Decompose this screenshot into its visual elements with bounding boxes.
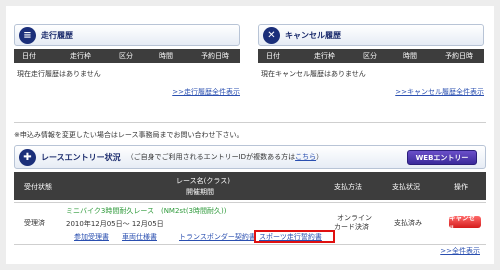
column-payment-method: 支払方法 <box>334 183 362 191</box>
race-name-link[interactable]: ミニバイク3時間耐久レース (NM2st(3時間耐久)) <box>66 206 226 216</box>
change-notice: ※申込み情報を変更したい場合はレース事務局までお問い合わせ下さい。 <box>14 131 244 139</box>
divider <box>14 122 486 123</box>
cancel-history-panel: ✕ キャンセル履歴 日付 走行枠 区分 時間 予約日時 現在キャンセル履歴はあり… <box>258 24 484 97</box>
column-period: 開催期間 <box>186 188 214 196</box>
column-time: 時間 <box>159 52 173 60</box>
cancel-history-columns: 日付 走行枠 区分 時間 予約日時 <box>258 49 484 63</box>
entry-status-note: （ご自身でご利用されるエントリーIDが複数ある方はこちら） <box>127 152 323 162</box>
column-slot: 走行枠 <box>314 52 335 60</box>
cancel-history-all-link[interactable]: >>キャンセル履歴全件表示 <box>258 87 484 97</box>
run-history-columns: 日付 走行枠 区分 時間 予約日時 <box>14 49 240 63</box>
row-divider <box>14 202 486 203</box>
column-reserved-at: 予約日時 <box>201 52 229 60</box>
history-list-icon: ≡ <box>19 26 36 44</box>
entry-status-icon: ✚ <box>19 148 36 166</box>
entry-all-link[interactable]: >>全件表示 <box>440 246 480 256</box>
cancel-history-empty-message: 現在キャンセル履歴はありません <box>261 70 366 78</box>
cancel-x-icon: ✕ <box>263 26 280 44</box>
column-category: 区分 <box>363 52 377 60</box>
page: ≡ 走行履歴 日付 走行枠 区分 時間 予約日時 現在走行履歴はありません >>… <box>6 6 494 264</box>
web-entry-button[interactable]: WEBエントリー <box>407 150 477 165</box>
entry-status-title: レースエントリー状況 <box>41 152 121 162</box>
run-history-panel: ≡ 走行履歴 日付 走行枠 区分 時間 予約日時 現在走行履歴はありません >>… <box>14 24 240 97</box>
column-category: 区分 <box>119 52 133 60</box>
entry-columns: 受付状態 レース名(クラス) 開催期間 支払方法 支払状況 操作 <box>14 172 486 200</box>
column-race-name: レース名(クラス) <box>176 177 230 185</box>
note-suffix: ） <box>316 153 324 161</box>
row-divider <box>14 244 486 245</box>
column-payment-status: 支払状況 <box>392 183 420 191</box>
cancel-history-header: ✕ キャンセル履歴 <box>258 24 484 46</box>
cancel-history-title: キャンセル履歴 <box>285 30 341 40</box>
note-link[interactable]: こちら <box>295 153 316 161</box>
column-action: 操作 <box>454 183 468 191</box>
column-reserved-at: 予約日時 <box>445 52 473 60</box>
note-prefix: （ご自身でご利用されるエントリーIDが複数ある方は <box>126 153 296 161</box>
entry-status-header: ✚ レースエントリー状況 （ご自身でご利用されるエントリーIDが複数ある方はこち… <box>14 145 486 169</box>
column-date: 日付 <box>266 52 280 60</box>
payment-status: 支払済み <box>394 219 422 227</box>
run-history-all-link[interactable]: >>走行履歴全件表示 <box>14 87 240 97</box>
highlight-box <box>254 230 335 243</box>
column-status: 受付状態 <box>24 183 52 191</box>
payment-method-line2: カード決済 <box>334 223 369 231</box>
column-time: 時間 <box>403 52 417 60</box>
column-date: 日付 <box>22 52 36 60</box>
run-history-empty-message: 現在走行履歴はありません <box>17 70 101 78</box>
entry-period: 2010年12月05日～ 12月05日 <box>66 220 164 228</box>
run-history-title: 走行履歴 <box>41 30 73 40</box>
column-slot: 走行枠 <box>70 52 91 60</box>
run-history-header: ≡ 走行履歴 <box>14 24 240 46</box>
table-row: 受理済 ミニバイク3時間耐久レース (NM2st(3時間耐久)) 2010年12… <box>14 204 486 244</box>
link-vehicle-spec[interactable]: 車両仕様書 <box>122 232 157 242</box>
cancel-button[interactable]: キャンセル <box>449 214 481 232</box>
entry-status: 受理済 <box>24 219 45 227</box>
link-acceptance[interactable]: 参加受理書 <box>74 232 109 242</box>
link-transponder[interactable]: トランスポンダー契約書 <box>179 232 256 242</box>
